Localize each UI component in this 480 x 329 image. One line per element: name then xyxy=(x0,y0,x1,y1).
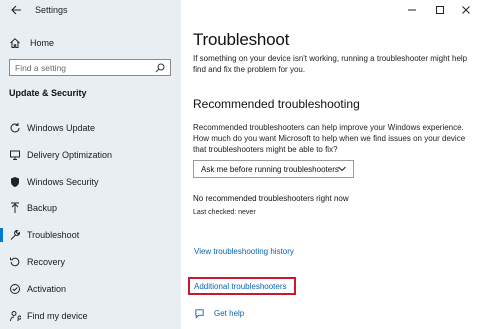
sidebar-item-label: Activation xyxy=(27,284,67,294)
recovery-icon xyxy=(10,257,20,267)
sidebar-item-backup[interactable]: Backup xyxy=(0,200,181,216)
home-link[interactable]: Home xyxy=(9,36,54,50)
recommended-description: Recommended troubleshooters can help imp… xyxy=(193,123,466,154)
get-help-link[interactable]: Get help xyxy=(194,308,244,319)
troubleshoot-preference-dropdown[interactable]: Ask me before running troubleshooters xyxy=(193,160,354,178)
backup-arrow-icon xyxy=(11,202,19,213)
sidebar-item-label: Backup xyxy=(27,203,58,213)
chevron-down-icon xyxy=(338,166,346,172)
sidebar-item-windows-security[interactable]: Windows Security xyxy=(0,174,181,190)
help-chat-icon xyxy=(195,309,204,319)
home-icon xyxy=(10,38,20,48)
refresh-icon xyxy=(10,123,20,133)
recommended-status: No recommended troubleshooters right now xyxy=(193,194,349,203)
search-icon[interactable] xyxy=(155,63,165,73)
search-placeholder: Find a setting xyxy=(15,63,67,73)
check-circle-icon xyxy=(10,284,20,294)
back-arrow-icon[interactable] xyxy=(10,4,22,16)
shield-icon xyxy=(11,177,19,187)
sidebar-item-delivery-optimization[interactable]: Delivery Optimization xyxy=(0,147,181,163)
dropdown-value: Ask me before running troubleshooters xyxy=(201,165,339,174)
intro-text: If something on your device isn't workin… xyxy=(193,54,468,74)
person-location-icon xyxy=(10,311,21,322)
sidebar-item-label: Windows Security xyxy=(27,177,99,187)
sidebar-item-troubleshoot[interactable]: Troubleshoot xyxy=(0,227,181,243)
sidebar-item-label: Find my device xyxy=(27,311,88,321)
sidebar-item-recovery[interactable]: Recovery xyxy=(0,254,181,270)
recommended-heading: Recommended troubleshooting xyxy=(193,97,360,111)
window-title: Settings xyxy=(35,5,68,15)
sidebar: Settings Home Find a setting Update & Se… xyxy=(0,0,181,329)
home-label: Home xyxy=(30,38,55,48)
close-icon[interactable] xyxy=(459,3,473,17)
search-input[interactable]: Find a setting xyxy=(9,59,171,76)
get-help-label: Get help xyxy=(214,309,245,318)
page-title: Troubleshoot xyxy=(193,30,290,49)
sidebar-item-label: Troubleshoot xyxy=(27,230,80,240)
troubleshooting-history-link[interactable]: View troubleshooting history xyxy=(194,247,294,256)
sidebar-item-activation[interactable]: Activation xyxy=(0,281,181,297)
sidebar-item-label: Windows Update xyxy=(27,123,96,133)
sidebar-item-label: Delivery Optimization xyxy=(27,150,113,160)
minimize-icon[interactable] xyxy=(405,3,419,17)
highlight-box xyxy=(188,277,296,295)
delivery-optimization-icon xyxy=(10,150,20,160)
sidebar-item-windows-update[interactable]: Windows Update xyxy=(0,120,181,136)
section-title: Update & Security xyxy=(9,88,87,98)
wrench-icon xyxy=(10,229,21,240)
maximize-icon[interactable] xyxy=(433,3,447,17)
sidebar-item-label: Recovery xyxy=(27,257,66,267)
last-checked: Last checked: never xyxy=(193,209,256,216)
sidebar-item-find-my-device[interactable]: Find my device xyxy=(0,308,181,324)
